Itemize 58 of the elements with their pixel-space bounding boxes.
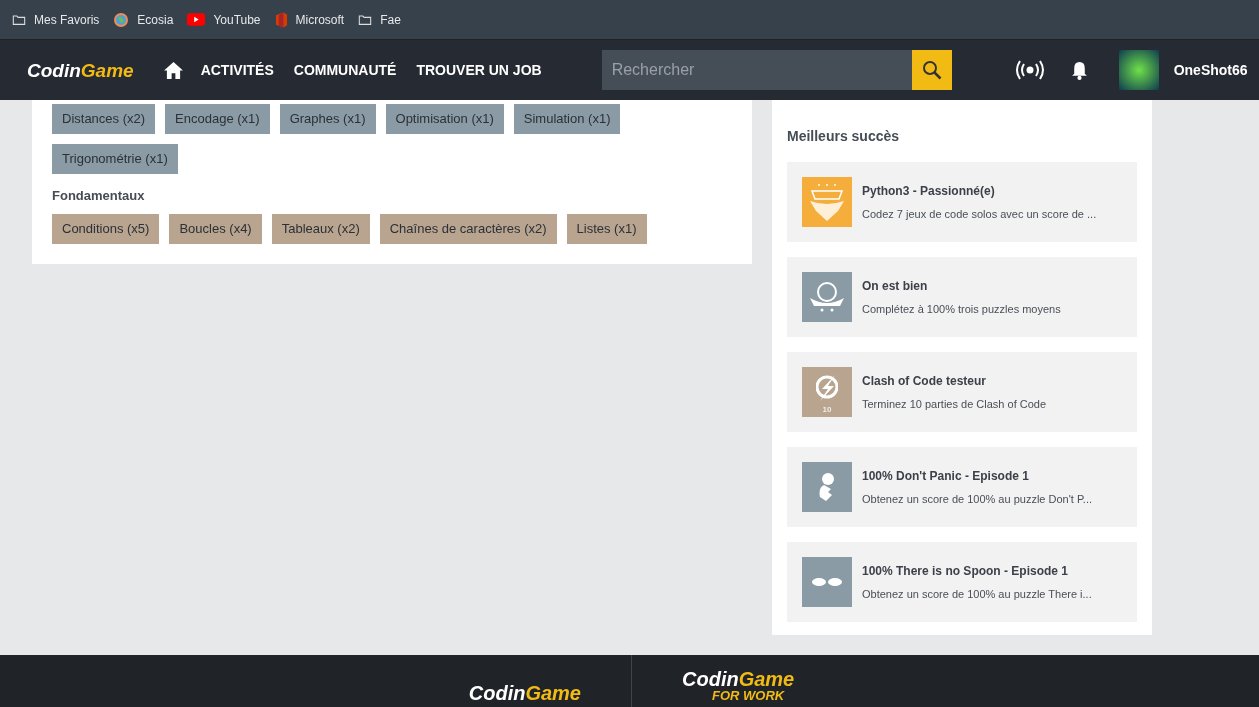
avatar-image[interactable] [1118,50,1159,90]
bookmark-link[interactable]: Mes Favoris [34,10,100,29]
achievement-description: Obtenez un score de 100% au puzzle Don't P... [862,491,1092,507]
broadcast-icon[interactable] [1014,60,1045,80]
achievement-card[interactable]: 10 Clash of Code testeur Terminez 10 parties de Clash of Code [787,352,1137,432]
tag[interactable]: Optimisation (x1) [385,104,504,134]
tag[interactable]: Encodage (x1) [165,104,270,134]
tag[interactable]: Conditions (x5) [52,213,160,244]
tag[interactable]: Tableaux (x2) [271,213,370,244]
globe-icon [113,11,130,28]
achievement-description: Complétez à 100% trois puzzles moyens [862,301,1061,317]
bookmark-link[interactable]: Fae [380,10,401,29]
play-icon [187,13,206,26]
folder-icon [358,12,373,27]
section-title: Meilleurs succès [787,127,901,146]
achievement-title: On est bien [862,277,929,295]
trophy-badge-icon [810,183,844,221]
codingame-logo[interactable]: CodinGame [27,60,134,80]
achievement-description: Codez 7 jeux de code solos avec un score de ... [862,206,1097,222]
badge-number: 10 [821,404,833,416]
home-icon[interactable] [163,61,183,79]
nav-link[interactable]: ACTIVITÉS [200,59,274,81]
tag[interactable]: Trigonométrie (x1) [52,144,178,174]
achievement-card[interactable]: 100% Don't Panic - Episode 1 Obtenez un score de 100% au puzzle Don't P... [787,447,1137,527]
tag[interactable]: Chaînes de caractères (x2) [379,213,557,244]
search-button[interactable] [911,50,952,90]
achievement-card[interactable]: Python3 - Passionné(e) Codez 7 jeux de code solos avec un score de ... [787,162,1137,242]
achievement-title: Clash of Code testeur [862,372,988,390]
tag[interactable]: Listes (x1) [566,213,647,244]
tag[interactable]: Graphes (x1) [279,104,376,134]
search-icon [921,60,942,80]
achievement-title: 100% Don't Panic - Episode 1 [862,467,1030,485]
office-icon [274,11,288,28]
character-icon [819,472,835,502]
medal-icon [810,281,844,313]
logo-subtitle: FOR WORK [712,689,785,702]
achievement-card[interactable]: On est bien Complétez à 100% trois puzzles moyens [787,257,1137,337]
nav-link[interactable]: TROUVER UN JOB [416,59,542,81]
bell-icon[interactable] [1070,60,1088,80]
bookmark-link[interactable]: YouTube [213,10,261,29]
bookmark-link[interactable]: Microsoft [295,10,345,29]
tag[interactable]: Boucles (x4) [169,213,262,244]
bookmark-link[interactable]: Ecosia [137,10,174,29]
achievement-description: Terminez 10 parties de Clash of Code [862,396,1047,412]
section-title: Fondamentaux [52,187,146,205]
achievement-title: 100% There is no Spoon - Episode 1 [862,562,1070,580]
folder-icon [12,12,26,27]
glasses-icon [812,578,842,586]
codingame-logo[interactable]: CodinGame [468,683,581,703]
username[interactable]: OneShot66 [1173,59,1248,81]
nav-link[interactable]: COMMUNAUTÉ [293,59,397,81]
tag[interactable]: Simulation (x1) [513,104,621,134]
search-field[interactable]: Rechercher [601,50,912,90]
tag[interactable]: Distances (x2) [52,104,156,134]
achievement-title: Python3 - Passionné(e) [862,182,996,200]
codingame-for-work-logo[interactable]: CodinGame [682,669,795,689]
achievement-description: Obtenez un score de 100% au puzzle There i... [862,586,1092,602]
achievement-card[interactable]: 100% There is no Spoon - Episode 1 Obtenez un score de 100% au puzzle There i... [787,542,1137,622]
